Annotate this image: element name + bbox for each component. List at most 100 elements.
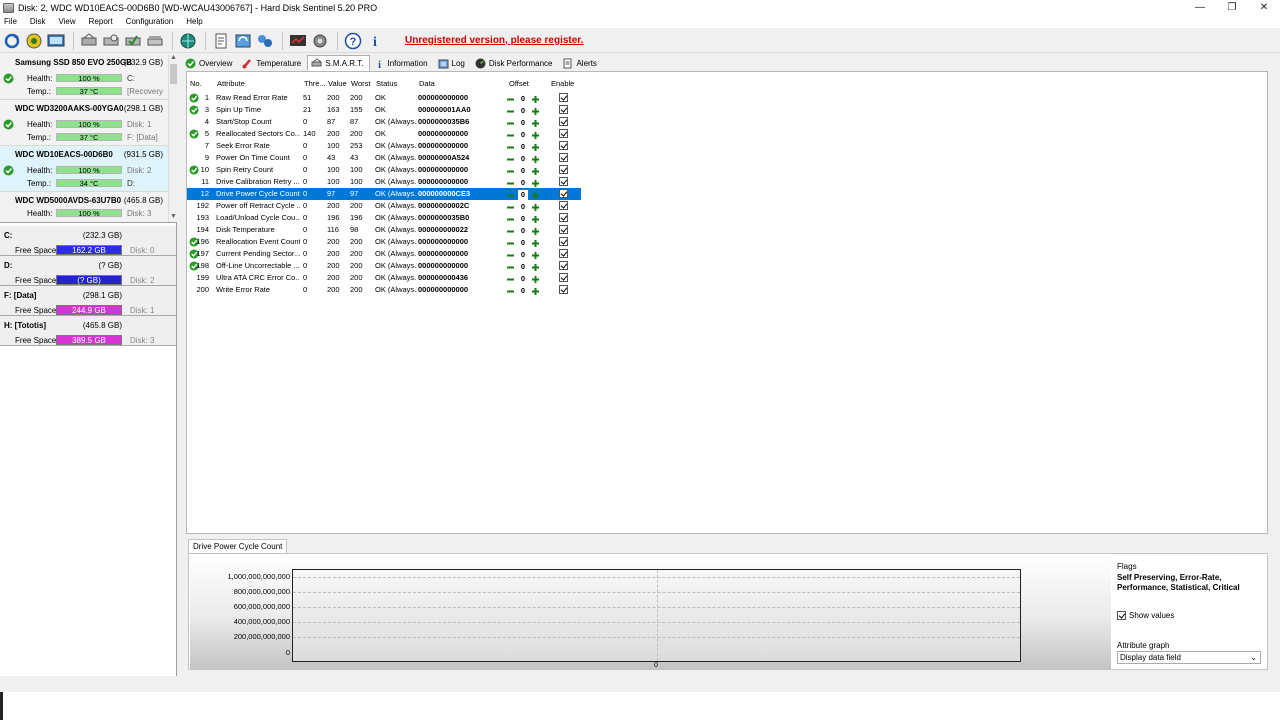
smart-row[interactable]: 197 Current Pending Sector... 0 200 200 OK (A… bbox=[187, 248, 581, 260]
volume-item-h[interactable]: H: [Tototis] (465.8 GB) Free Space 389.5… bbox=[0, 316, 176, 346]
disk-item-wd10eacs[interactable]: WDC WD10EACS-00D6B0 (931.5 GB) Health: 1… bbox=[0, 146, 177, 192]
disk-tool-icon[interactable] bbox=[79, 31, 99, 51]
smart-row[interactable]: 11 Drive Calibration Retry ... 0 100 100 OK (… bbox=[187, 176, 581, 188]
offset-value[interactable]: 0 bbox=[518, 166, 528, 176]
register-link[interactable]: Unregistered version, please register. bbox=[405, 35, 583, 46]
col-status[interactable]: Status bbox=[376, 79, 397, 88]
screen-icon[interactable] bbox=[46, 31, 66, 51]
plus-icon[interactable] bbox=[530, 142, 540, 152]
tab-log[interactable]: Log bbox=[434, 55, 471, 71]
checkbox[interactable] bbox=[1117, 611, 1126, 620]
minus-icon[interactable] bbox=[505, 202, 515, 212]
report-icon[interactable] bbox=[211, 31, 231, 51]
minus-icon[interactable] bbox=[505, 214, 515, 224]
disk-scan-icon[interactable] bbox=[101, 31, 121, 51]
tab-alerts[interactable]: Alerts bbox=[558, 55, 602, 71]
close-button[interactable]: ✕ bbox=[1248, 0, 1280, 15]
col-worst[interactable]: Worst bbox=[351, 79, 370, 88]
disk-list-scrollbar[interactable]: ▲ ▼ bbox=[168, 54, 177, 222]
chevron-down-icon[interactable]: ⌄ bbox=[1250, 652, 1257, 663]
menu-report[interactable]: Report bbox=[89, 17, 113, 26]
col-no[interactable]: No. bbox=[190, 79, 202, 88]
offset-value[interactable]: 0 bbox=[518, 262, 528, 272]
enable-checkbox[interactable] bbox=[559, 201, 568, 210]
plus-icon[interactable] bbox=[530, 238, 540, 248]
tab-temperature[interactable]: Temperature bbox=[238, 55, 307, 71]
volume-item-c[interactable]: C: (232.3 GB) Free Space 162.2 GB Disk: … bbox=[0, 226, 176, 256]
attribute-graph-select[interactable]: Display data field ⌄ bbox=[1117, 651, 1261, 664]
graph-tab[interactable]: Drive Power Cycle Count bbox=[188, 539, 288, 554]
minus-icon[interactable] bbox=[505, 154, 515, 164]
disk-item-wd5000[interactable]: WDC WD5000AVDS-63U7B0 (465.8 GB) Health:… bbox=[0, 192, 177, 222]
col-offset[interactable]: Offset bbox=[509, 79, 529, 88]
offset-value[interactable]: 0 bbox=[518, 154, 528, 164]
smart-row[interactable]: 7 Seek Error Rate 0 100 253 OK (Always... 0000… bbox=[187, 140, 581, 152]
restore-button[interactable]: ❐ bbox=[1216, 0, 1248, 15]
smart-row[interactable]: 4 Start/Stop Count 0 87 87 OK (Always... 00000… bbox=[187, 116, 581, 128]
offset-value[interactable]: 0 bbox=[518, 142, 528, 152]
smart-row[interactable]: 1 Raw Read Error Rate 51 200 200 OK 0000000000… bbox=[187, 92, 581, 104]
menu-help[interactable]: Help bbox=[186, 17, 202, 26]
scroll-down-icon[interactable]: ▼ bbox=[169, 213, 177, 222]
smart-row[interactable]: 199 Ultra ATA CRC Error Co... 0 200 200 OK (A… bbox=[187, 272, 581, 284]
plus-icon[interactable] bbox=[530, 118, 540, 128]
enable-checkbox[interactable] bbox=[559, 93, 568, 102]
minimize-button[interactable]: — bbox=[1184, 0, 1216, 15]
disk-settings-icon[interactable] bbox=[145, 31, 165, 51]
offset-value[interactable]: 0 bbox=[518, 274, 528, 284]
scroll-up-icon[interactable]: ▲ bbox=[169, 54, 177, 63]
enable-checkbox[interactable] bbox=[559, 213, 568, 222]
plus-icon[interactable] bbox=[530, 286, 540, 296]
offset-value[interactable]: 0 bbox=[518, 226, 528, 236]
col-threshold[interactable]: Thre... bbox=[304, 79, 326, 88]
enable-checkbox[interactable] bbox=[559, 141, 568, 150]
offset-value[interactable]: 0 bbox=[518, 250, 528, 260]
minus-icon[interactable] bbox=[505, 106, 515, 116]
scroll-thumb[interactable] bbox=[170, 64, 177, 84]
minus-icon[interactable] bbox=[505, 166, 515, 176]
menu-disk[interactable]: Disk bbox=[30, 17, 46, 26]
minus-icon[interactable] bbox=[505, 286, 515, 296]
menu-configuration[interactable]: Configuration bbox=[126, 17, 174, 26]
tab-disk-performance[interactable]: Disk Performance bbox=[471, 55, 559, 71]
plus-icon[interactable] bbox=[530, 178, 540, 188]
monitor-icon[interactable] bbox=[288, 31, 308, 51]
disk-item-wd3200[interactable]: WDC WD3200AAKS-00YGA0 (298.1 GB) Health:… bbox=[0, 100, 177, 146]
enable-checkbox[interactable] bbox=[559, 117, 568, 126]
enable-checkbox[interactable] bbox=[559, 129, 568, 138]
smart-row[interactable]: 193 Load/Unload Cycle Cou... 0 196 196 OK (Al… bbox=[187, 212, 581, 224]
offset-value[interactable]: 0 bbox=[518, 94, 528, 104]
enable-checkbox[interactable] bbox=[559, 249, 568, 258]
minus-icon[interactable] bbox=[505, 262, 515, 272]
smart-row[interactable]: 12 Drive Power Cycle Count 0 97 97 OK (Always… bbox=[187, 188, 581, 200]
disk-test-icon[interactable] bbox=[123, 31, 143, 51]
plus-icon[interactable] bbox=[530, 190, 540, 200]
help-icon[interactable]: ? bbox=[343, 31, 363, 51]
minus-icon[interactable] bbox=[505, 142, 515, 152]
minus-icon[interactable] bbox=[505, 226, 515, 236]
plus-icon[interactable] bbox=[530, 214, 540, 224]
info-icon[interactable]: i bbox=[365, 31, 385, 51]
plus-icon[interactable] bbox=[530, 262, 540, 272]
offset-value[interactable]: 0 bbox=[518, 286, 528, 296]
minus-icon[interactable] bbox=[505, 274, 515, 284]
smart-row[interactable]: 3 Spin Up Time 21 163 155 OK 000000001AA0 0 bbox=[187, 104, 581, 116]
offset-value[interactable]: 0 bbox=[518, 130, 528, 140]
network-icon[interactable] bbox=[255, 31, 275, 51]
smart-row[interactable]: 194 Disk Temperature 0 116 98 OK (Always... 00… bbox=[187, 224, 581, 236]
offset-value[interactable]: 0 bbox=[518, 190, 528, 200]
smart-row[interactable]: 198 Off-Line Uncorrectable ... 0 200 200 OK (… bbox=[187, 260, 581, 272]
plus-icon[interactable] bbox=[530, 226, 540, 236]
globe-icon[interactable] bbox=[178, 31, 198, 51]
disk-health-icon[interactable] bbox=[24, 31, 44, 51]
minus-icon[interactable] bbox=[505, 94, 515, 104]
tab-smart[interactable]: S.M.A.R.T. bbox=[307, 55, 370, 71]
plus-icon[interactable] bbox=[530, 166, 540, 176]
refresh-icon[interactable] bbox=[2, 31, 22, 51]
menu-view[interactable]: View bbox=[58, 17, 75, 26]
enable-checkbox[interactable] bbox=[559, 285, 568, 294]
minus-icon[interactable] bbox=[505, 178, 515, 188]
plus-icon[interactable] bbox=[530, 202, 540, 212]
sync-icon[interactable] bbox=[233, 31, 253, 51]
disk-item-samsung[interactable]: Samsung SSD 850 EVO 250GB (232.9 GB) Hea… bbox=[0, 54, 177, 100]
